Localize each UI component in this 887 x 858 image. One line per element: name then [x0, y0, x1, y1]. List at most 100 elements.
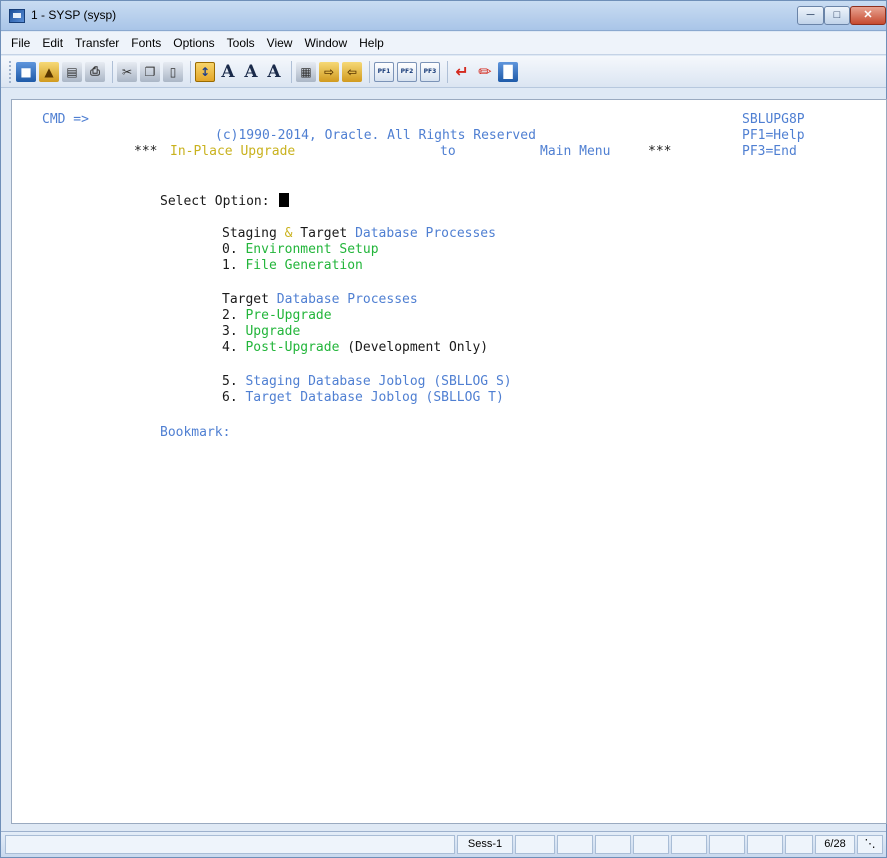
pf3-key-icon[interactable]: PF3 [420, 61, 440, 82]
heading-database-processes: Database Processes [355, 226, 496, 241]
toolbar-separator [112, 60, 113, 83]
maximize-button[interactable]: □ [824, 6, 850, 25]
pf1-help-hint: PF1=Help [742, 128, 805, 143]
option-2[interactable]: 2. Pre-Upgrade [222, 308, 332, 324]
menu-options[interactable]: Options [167, 33, 220, 53]
option-number: 4. [222, 340, 238, 355]
new-session-icon[interactable]: ■ [16, 61, 36, 82]
status-cell-empty [709, 835, 745, 854]
staging-target-section-heading: Staging & Target Database Processes [222, 226, 496, 242]
save-session-icon[interactable]: ▤ [62, 61, 82, 82]
option-label: Pre-Upgrade [245, 308, 332, 323]
option-3[interactable]: 3. Upgrade [222, 324, 300, 340]
heading-staging: Staging [222, 226, 277, 241]
paste-icon[interactable]: ▯ [163, 61, 183, 82]
menu-transfer[interactable]: Transfer [69, 33, 125, 53]
toolbar-separator [190, 60, 191, 83]
header-stars-left: *** [134, 144, 158, 159]
terminal-screen[interactable]: CMD => SBLUPG8P (c)1990-2014, Oracle. Al… [11, 99, 887, 824]
option-number: 0. [222, 242, 238, 257]
font-medium-icon[interactable]: A [241, 62, 261, 82]
option-number: 5. [222, 374, 238, 389]
menu-view[interactable]: View [261, 33, 299, 53]
title-bar[interactable]: 1 - SYSP (sysp) ─ □ ✕ [1, 1, 886, 31]
resize-grip-icon[interactable]: ⋱ [857, 835, 883, 854]
pf2-key-icon[interactable]: PF2 [397, 61, 417, 82]
option-number: 6. [222, 390, 238, 405]
properties-icon[interactable]: ▦ [296, 61, 316, 82]
header-mode: In-Place Upgrade [170, 144, 296, 159]
heading-ampersand: & [284, 226, 293, 241]
option-5[interactable]: 5. Staging Database Joblog (SBLLOG S) [222, 374, 512, 390]
menu-fonts[interactable]: Fonts [125, 33, 167, 53]
option-label: Post-Upgrade [245, 340, 340, 355]
status-cell-empty [671, 835, 707, 854]
status-bar: Sess-1 6/28 ⋱ [1, 831, 886, 857]
option-note: (Development Only) [347, 340, 489, 355]
receive-file-icon[interactable]: ⇦ [342, 61, 362, 82]
toolbar-separator [291, 60, 292, 83]
option-number: 2. [222, 308, 238, 323]
toolbar-separator [447, 60, 448, 83]
font-large-icon[interactable]: A [218, 62, 238, 82]
status-cell-empty [515, 835, 555, 854]
status-cell-empty [785, 835, 813, 854]
heading-target: Target [222, 292, 269, 307]
app-terminal-icon [9, 9, 25, 23]
window-title: 1 - SYSP (sysp) [31, 8, 117, 22]
status-cell-empty [557, 835, 593, 854]
option-1[interactable]: 1. File Generation [222, 258, 363, 274]
option-label: Upgrade [245, 324, 301, 339]
select-option-text: Select Option: [160, 194, 270, 209]
option-label: File Generation [245, 258, 363, 273]
copyright-notice: (c)1990-2014, Oracle. All Rights Reserve… [215, 128, 536, 143]
close-button[interactable]: ✕ [850, 6, 886, 25]
font-auto-size-icon[interactable]: ↕ [195, 61, 215, 82]
menu-file[interactable]: File [5, 33, 36, 53]
header-stars-right: *** [648, 144, 672, 159]
menu-bar: File Edit Transfer Fonts Options Tools V… [1, 32, 886, 55]
help-book-icon[interactable]: █ [498, 61, 518, 82]
print-icon[interactable]: ⎙ [85, 61, 105, 82]
header-target: Main Menu [540, 144, 611, 159]
option-4[interactable]: 4. Post-Upgrade (Development Only) [222, 340, 488, 356]
font-small-icon[interactable]: A [264, 62, 284, 82]
heading-database-processes: Database Processes [276, 292, 418, 307]
option-number: 3. [222, 324, 238, 339]
menu-window[interactable]: Window [298, 33, 353, 53]
enter-key-icon[interactable]: ↵ [452, 62, 472, 82]
menu-tools[interactable]: Tools [221, 33, 261, 53]
cut-icon[interactable]: ✂ [117, 61, 137, 82]
minimize-button[interactable]: ─ [797, 6, 824, 25]
option-label: Staging Database Joblog (SBLLOG S) [245, 374, 512, 389]
select-option-label: Select Option: [160, 193, 290, 210]
status-cell-empty [595, 835, 631, 854]
select-option-input[interactable] [284, 193, 344, 209]
option-0[interactable]: 0. Environment Setup [222, 242, 379, 258]
menu-edit[interactable]: Edit [36, 33, 69, 53]
screen-id: SBLUPG8P [742, 112, 805, 127]
toolbar: ■ ▲ ▤ ⎙ ✂ ❐ ▯ ↕ A A A ▦ ⇨ ⇦ PF1 PF2 PF3 … [1, 56, 886, 88]
target-section-heading: Target Database Processes [222, 292, 418, 308]
cmd-prompt: CMD => [42, 112, 89, 127]
option-6[interactable]: 6. Target Database Joblog (SBLLOG T) [222, 390, 504, 406]
toolbar-separator [369, 60, 370, 83]
bookmark-label: Bookmark: [160, 425, 231, 440]
open-session-icon[interactable]: ▲ [39, 61, 59, 82]
option-label: Target Database Joblog (SBLLOG T) [245, 390, 504, 405]
pf1-key-icon[interactable]: PF1 [374, 61, 394, 82]
send-file-icon[interactable]: ⇨ [319, 61, 339, 82]
option-label: Environment Setup [245, 242, 379, 257]
edit-macro-icon[interactable]: ✏ [475, 62, 495, 82]
option-number: 1. [222, 258, 238, 273]
copy-icon[interactable]: ❐ [140, 61, 160, 82]
menu-help[interactable]: Help [353, 33, 390, 53]
maximize-icon: □ [833, 9, 841, 21]
minimize-icon: ─ [806, 9, 815, 21]
pf3-end-hint: PF3=End [742, 144, 797, 159]
header-to: to [440, 144, 456, 159]
close-icon: ✕ [863, 9, 873, 21]
terminal-emulator-window: 1 - SYSP (sysp) ─ □ ✕ File Edit Transfer… [0, 0, 887, 858]
cursor-position: 6/28 [815, 835, 855, 854]
toolbar-grip-handle[interactable] [9, 60, 12, 83]
